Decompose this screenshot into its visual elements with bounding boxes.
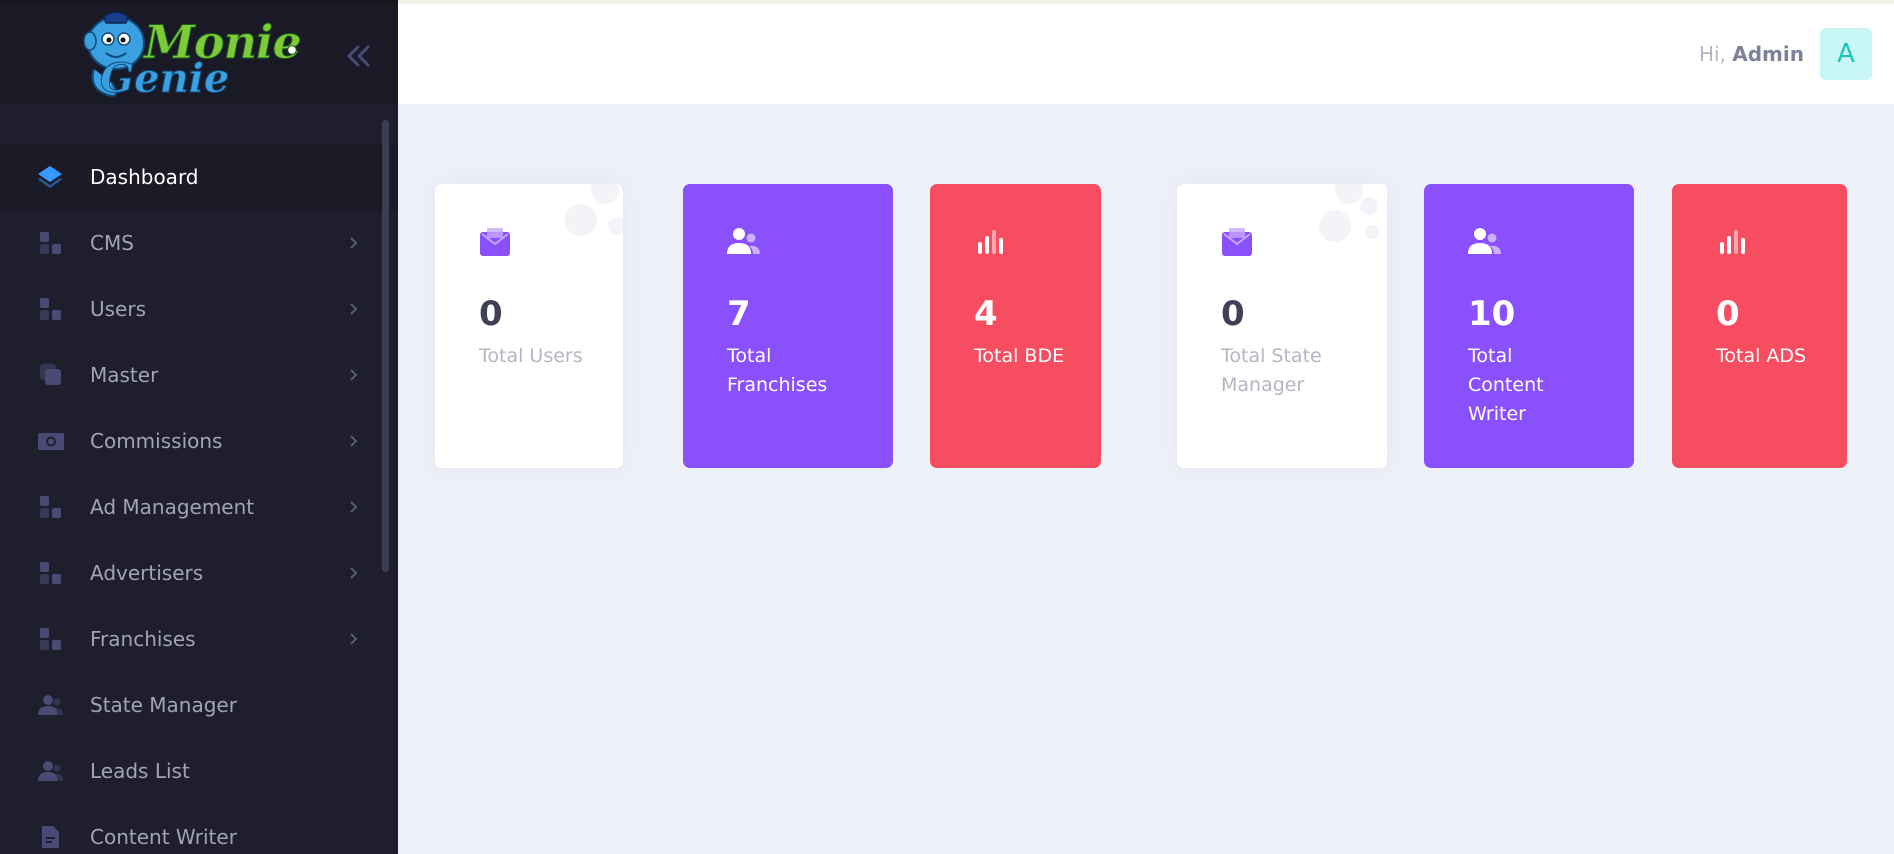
mail-icon — [1222, 228, 1252, 256]
sidebar-scrollbar[interactable] — [382, 120, 389, 572]
stat-value: 4 — [974, 294, 998, 334]
stat-value: 10 — [1468, 294, 1516, 334]
stat-value: 0 — [1716, 294, 1740, 334]
group-icon — [727, 228, 760, 254]
sidebar-item-label: Commissions — [90, 429, 223, 453]
chart-bar-icon — [1720, 230, 1745, 254]
camera-icon — [38, 433, 64, 450]
sidebar-item-commissions[interactable]: Commissions — [0, 408, 398, 474]
stat-card-total-franchises[interactable]: 7 Total Franchises — [683, 184, 893, 468]
group-icon — [1468, 228, 1501, 254]
sidebar-item-content-writer[interactable]: Content Writer — [0, 804, 398, 854]
layout-icon — [40, 298, 61, 320]
stat-card-total-ads[interactable]: 0 Total ADS — [1672, 184, 1847, 468]
stat-label: Total BDE — [974, 345, 1065, 367]
layout-icon — [40, 496, 61, 518]
stat-label: Total State Manager — [1221, 345, 1322, 396]
sidebar-item-state-manager[interactable]: State Manager — [0, 672, 398, 738]
stat-label: Total Content Writer — [1468, 345, 1544, 425]
chevron-right-icon — [350, 501, 358, 513]
mail-icon — [480, 228, 510, 256]
brand-area: Monie Genie — [0, 0, 398, 104]
stat-card-total-users[interactable]: 0 Total Users — [435, 184, 623, 468]
sidebar-item-label: Dashboard — [90, 165, 199, 189]
sidebar-item-label: State Manager — [90, 693, 237, 717]
collapse-sidebar-button[interactable] — [344, 41, 372, 71]
stat-card-total-state-manager[interactable]: 0 Total State Manager — [1177, 184, 1387, 468]
logo-text-genie: Genie — [99, 55, 230, 103]
greeting-text: Hi, — [1698, 42, 1726, 66]
sidebar-nav: Dashboard CMS Users Master Commissions A… — [0, 144, 398, 854]
stat-label: Total Franchises — [727, 345, 828, 396]
double-chevron-left-icon — [347, 45, 370, 67]
sidebar-item-franchises[interactable]: Franchises — [0, 606, 398, 672]
user-name: Admin — [1732, 42, 1804, 66]
sidebar-item-label: Content Writer — [90, 825, 237, 849]
chevron-right-icon — [350, 633, 358, 645]
layers-icon — [38, 166, 62, 188]
avatar[interactable]: A — [1820, 28, 1872, 80]
file-icon — [42, 826, 59, 848]
stat-label: Total Users — [479, 345, 583, 367]
chevron-right-icon — [350, 567, 358, 579]
sidebar-item-leads-list[interactable]: Leads List — [0, 738, 398, 804]
sidebar-item-master[interactable]: Master — [0, 342, 398, 408]
stat-value: 0 — [1221, 294, 1245, 334]
sidebar-item-advertisers[interactable]: Advertisers — [0, 540, 398, 606]
sidebar-item-label: Users — [90, 297, 147, 321]
decorative-circles-icon — [565, 184, 623, 236]
sidebar-item-ad-management[interactable]: Ad Management — [0, 474, 398, 540]
sidebar-item-users[interactable]: Users — [0, 276, 398, 342]
top-header: Hi, Admin A — [398, 0, 1894, 104]
sidebar-item-label: Master — [90, 363, 159, 387]
sidebar-item-label: Leads List — [90, 759, 190, 783]
layout-icon — [40, 628, 61, 650]
decorative-circles-icon — [1319, 184, 1380, 242]
chart-bar-icon — [978, 230, 1003, 254]
chevron-right-icon — [350, 435, 358, 447]
sidebar-item-label: Franchises — [90, 627, 196, 651]
stat-card-total-bde[interactable]: 4 Total BDE — [930, 184, 1101, 468]
layout-icon — [40, 232, 61, 254]
stat-card-total-content-writer[interactable]: 10 Total Content Writer — [1424, 184, 1634, 468]
stat-value: 0 — [479, 294, 503, 334]
chevron-right-icon — [350, 303, 358, 315]
group-icon — [38, 695, 63, 715]
sidebar-item-label: CMS — [90, 231, 134, 255]
trademark-icon — [287, 45, 297, 55]
stat-value: 7 — [727, 294, 751, 334]
sidebar-item-label: Advertisers — [90, 561, 204, 585]
sidebar-item-label: Ad Management — [90, 495, 255, 519]
sidebar-item-cms[interactable]: CMS — [0, 210, 398, 276]
user-greeting[interactable]: Hi, Admin — [1699, 42, 1804, 66]
sidebar-item-dashboard[interactable]: Dashboard — [0, 144, 398, 210]
duplicate-icon — [40, 364, 61, 385]
stat-label: Total ADS — [1716, 345, 1807, 367]
logo[interactable]: Monie Genie — [82, 9, 302, 119]
group-icon — [38, 761, 63, 781]
chevron-right-icon — [350, 369, 358, 381]
sidebar: Monie Genie Dashboard CMS Users Master C… — [0, 0, 398, 854]
layout-icon — [40, 562, 61, 584]
chevron-right-icon — [350, 237, 358, 249]
